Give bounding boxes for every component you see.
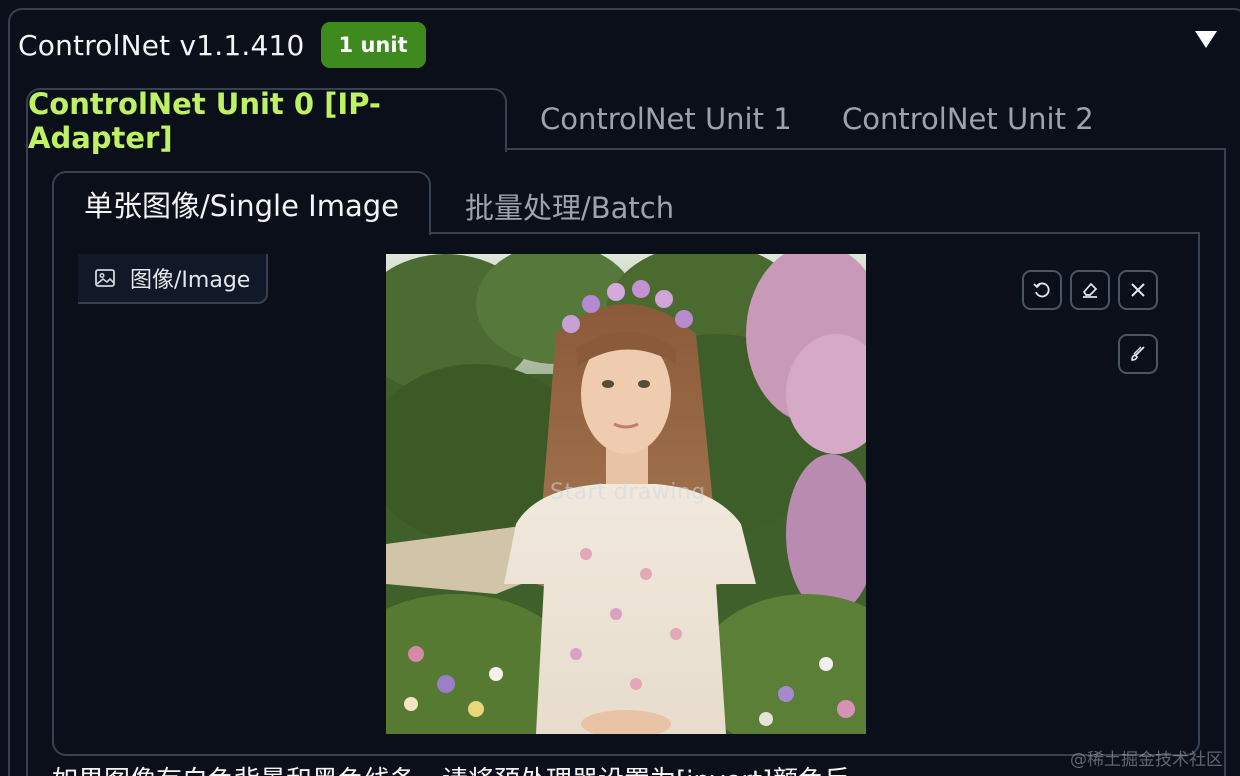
accordion-title[interactable]: ControlNet v1.1.410 (18, 29, 305, 62)
preprocessor-hint-text: 如果图像有白色背景和黑色线条，请将预处理器设置为[invert]颜色反 (52, 760, 850, 776)
image-input-label-text: 图像/Image (130, 268, 251, 293)
image-input-label: 图像/Image (78, 254, 268, 304)
controlnet-page: ControlNet v1.1.410 1 unit ControlNet Un… (0, 0, 1240, 776)
brush-button[interactable] (1118, 334, 1158, 374)
tab-controlnet-unit-1[interactable]: ControlNet Unit 1 (540, 102, 792, 136)
clear-button[interactable] (1118, 270, 1158, 310)
unit-count-badge: 1 unit (320, 22, 426, 68)
accordion-header[interactable]: ControlNet v1.1.410 1 unit (18, 22, 426, 68)
image-icon (95, 269, 115, 287)
undo-icon (1033, 282, 1050, 298)
tab-controlnet-unit-2[interactable]: ControlNet Unit 2 (842, 102, 1094, 136)
close-icon (1131, 283, 1145, 297)
tab-controlnet-unit-0[interactable]: ControlNet Unit 0 [IP-Adapter] (26, 87, 507, 155)
brush-icon (1131, 346, 1145, 361)
triangle-down-icon[interactable] (1192, 27, 1220, 51)
watermark: @稀土掘金技术社区 (1070, 750, 1223, 770)
erase-button[interactable] (1070, 270, 1110, 310)
tab-single-image[interactable]: 单张图像/Single Image (52, 171, 431, 235)
undo-button[interactable] (1022, 270, 1062, 310)
eraser-icon (1082, 282, 1098, 298)
tab-batch[interactable]: 批量处理/Batch (465, 185, 674, 227)
start-drawing-hint: Start drawing (550, 480, 706, 505)
